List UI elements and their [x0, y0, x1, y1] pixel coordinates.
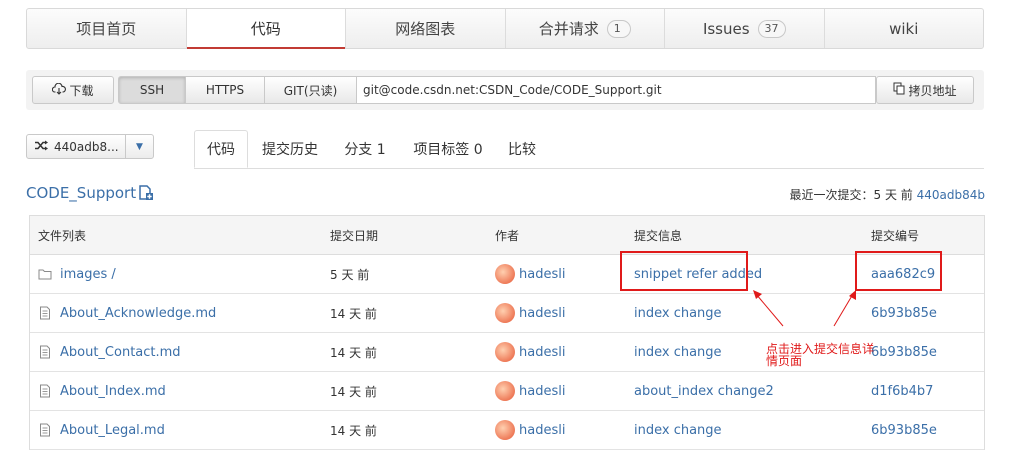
annotation-text: 点击进入提交信息详情页面 — [766, 342, 875, 368]
annotation-arrows — [753, 290, 856, 327]
